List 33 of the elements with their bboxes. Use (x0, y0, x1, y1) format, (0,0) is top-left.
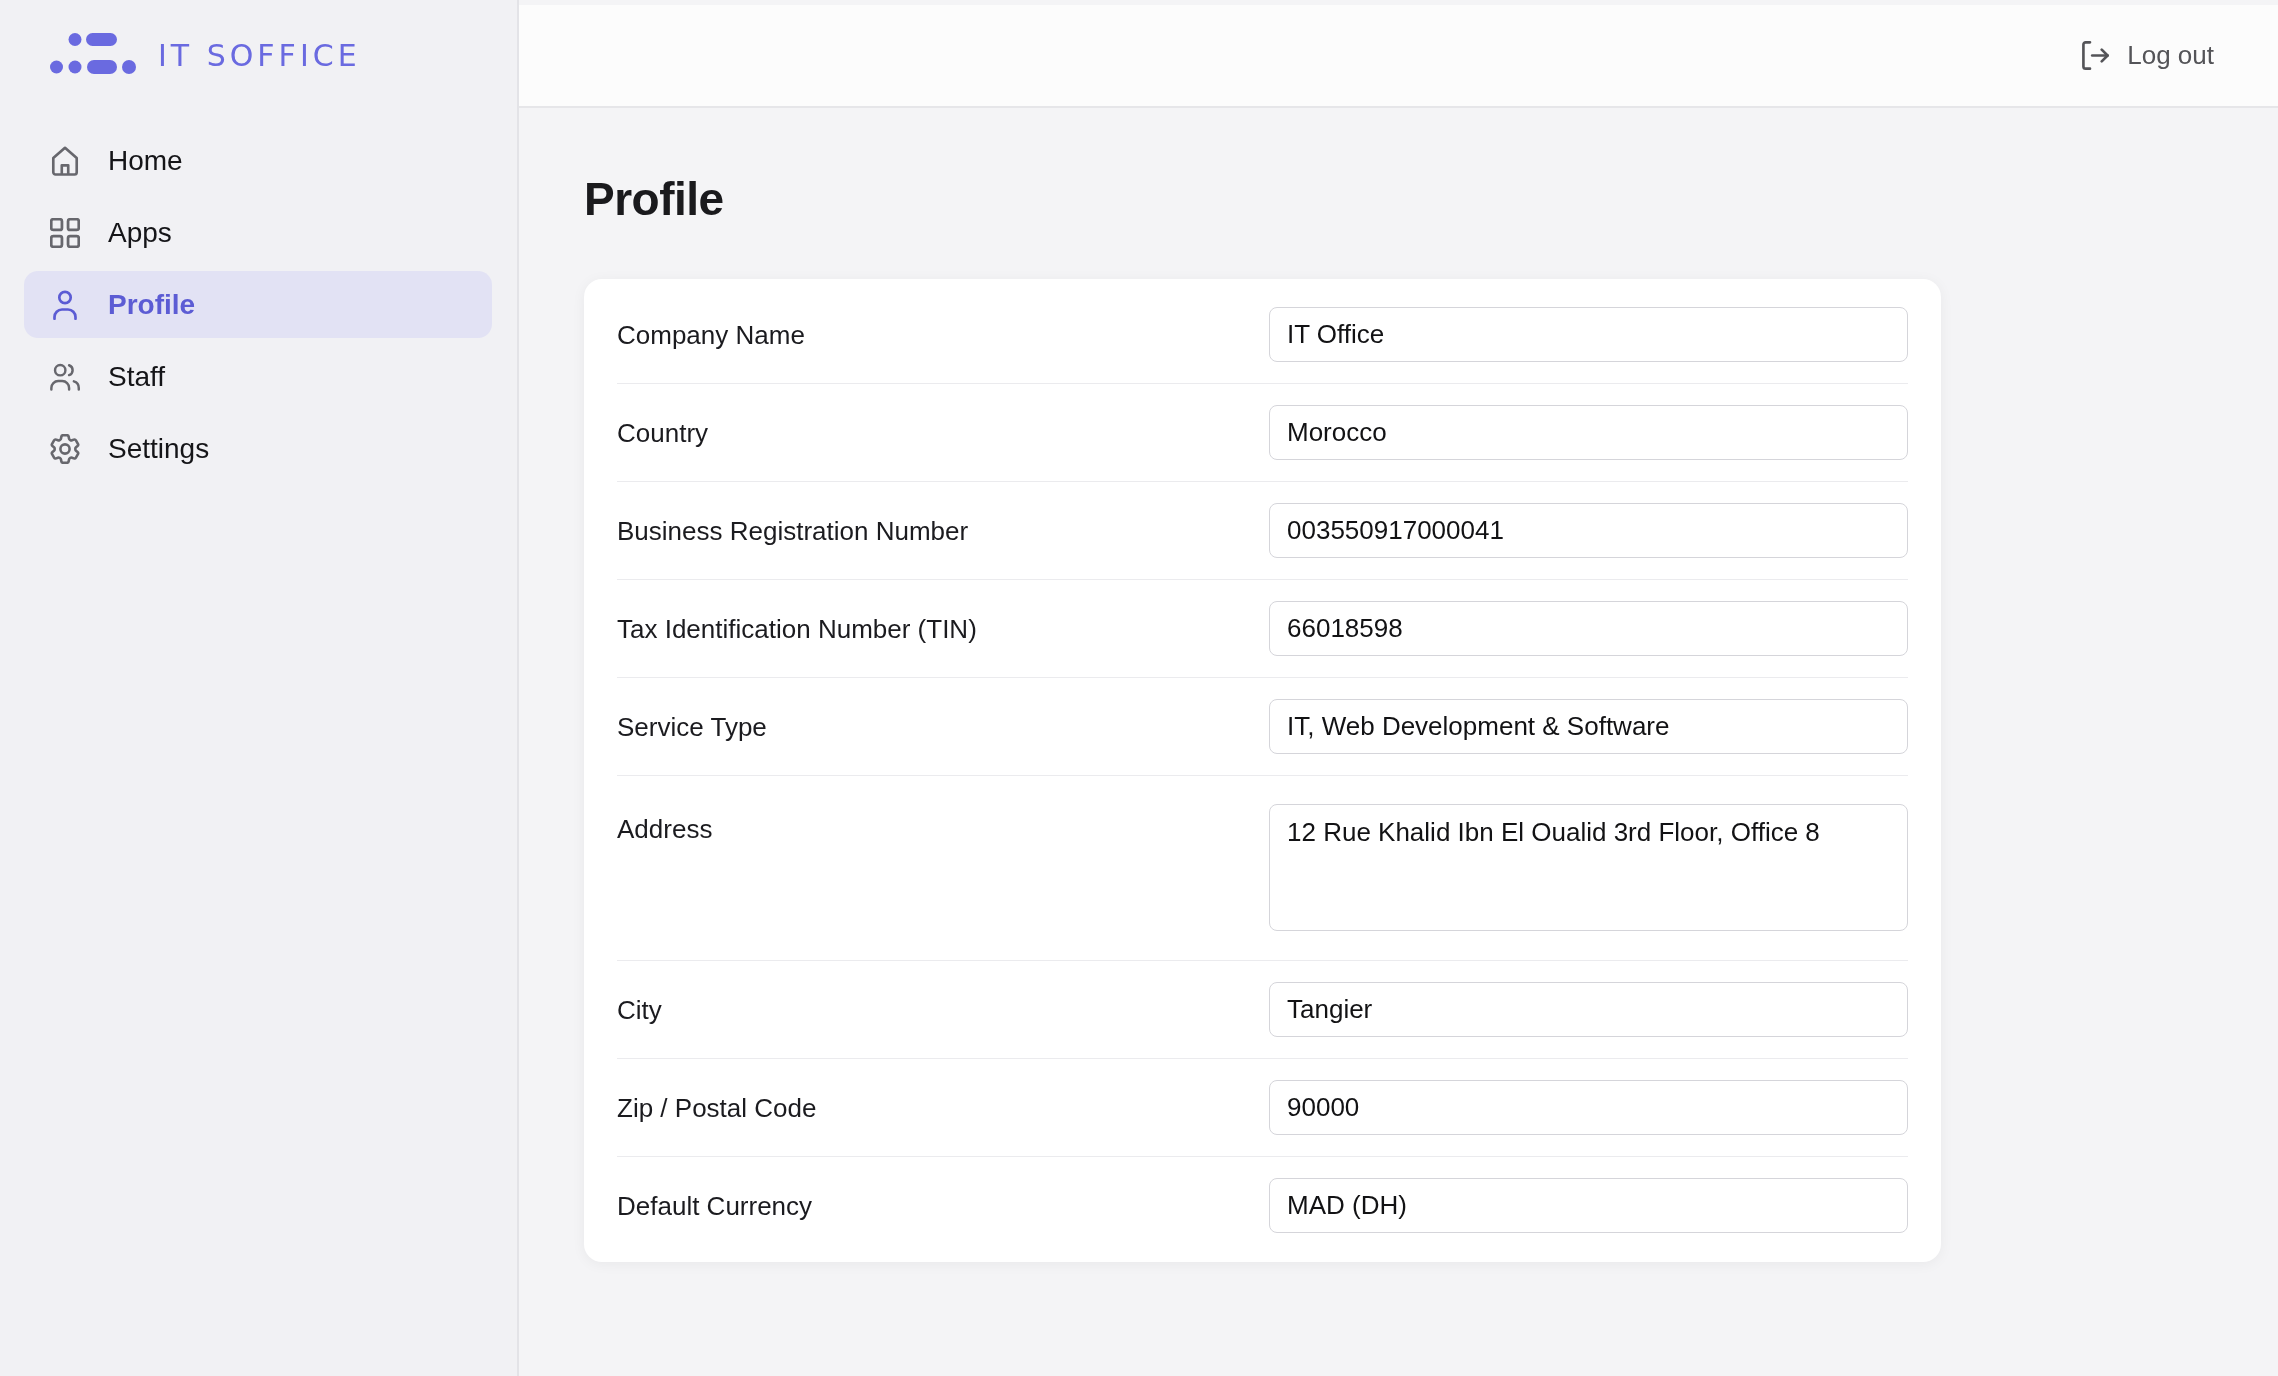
user-icon (50, 289, 80, 320)
logout-button[interactable]: Log out (2074, 34, 2222, 77)
field-label: Zip / Postal Code (617, 1092, 818, 1123)
field-label: Service Type (617, 711, 768, 742)
text-field[interactable]: MAD (DH) (1269, 1178, 1908, 1233)
field-label: Default Currency (617, 1190, 814, 1221)
field-label: Address (617, 813, 714, 844)
users-icon (50, 361, 80, 392)
nav-item[interactable]: Apps (24, 199, 492, 266)
field-label: City (617, 994, 663, 1025)
home-icon (50, 145, 80, 176)
field-label: Company Name (617, 319, 806, 350)
text-field[interactable]: 003550917000041 (1269, 503, 1908, 558)
textarea-field[interactable]: 12 Rue Khalid Ibn El Oualid 3rd Floor, Office 8 (1269, 804, 1908, 931)
logo-text: IT SOFFICE (158, 39, 361, 73)
settings-icon (50, 433, 80, 464)
nav-item[interactable]: Settings (24, 415, 492, 482)
grid-icon (50, 217, 80, 248)
text-field[interactable]: 90000 (1269, 1080, 1908, 1135)
field-label: Country (617, 417, 710, 448)
field-label: Business Registration Number (617, 515, 970, 546)
text-field[interactable]: 66018598 (1269, 601, 1908, 656)
text-field[interactable]: IT, Web Development & Software (1269, 699, 1908, 754)
logout-icon (2082, 41, 2110, 70)
field-label: Tax Identification Number (TIN) (617, 613, 978, 644)
nav-item[interactable]: Home (24, 127, 492, 194)
nav-item[interactable]: Profile (24, 271, 492, 338)
page-title: Profile (584, 172, 725, 227)
text-field[interactable]: Tangier (1269, 982, 1908, 1037)
text-field[interactable]: Morocco (1269, 405, 1908, 460)
nav-item[interactable]: Staff (24, 343, 492, 410)
text-field[interactable]: IT Office (1269, 307, 1908, 362)
dots-logo-icon (50, 33, 136, 74)
